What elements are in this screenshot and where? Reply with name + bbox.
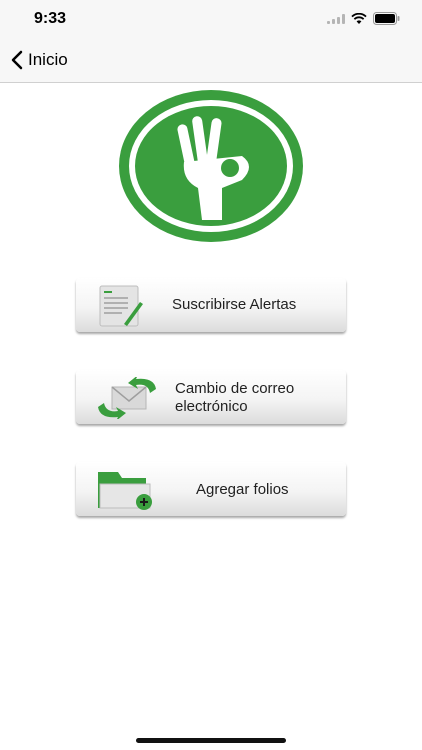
home-indicator xyxy=(136,738,286,743)
add-folios-button[interactable]: Agregar folios xyxy=(76,462,346,516)
battery-icon xyxy=(373,12,400,25)
subscribe-alerts-label: Suscribirse Alertas xyxy=(172,296,297,313)
chevron-left-icon xyxy=(11,50,23,70)
document-pen-icon xyxy=(94,284,144,333)
signal-icon xyxy=(327,13,345,24)
subscribe-alerts-button[interactable]: Suscribirse Alertas xyxy=(76,278,346,332)
status-icons xyxy=(327,12,400,25)
wifi-icon xyxy=(351,12,367,24)
back-button[interactable]: Inicio xyxy=(10,50,68,70)
change-email-button[interactable]: Cambio de correo electrónico xyxy=(76,370,346,424)
navigation-bar: Inicio xyxy=(0,42,422,83)
folder-add-icon xyxy=(96,470,156,515)
ok-hand-logo xyxy=(119,90,303,242)
back-label: Inicio xyxy=(28,50,68,69)
status-time: 9:33 xyxy=(34,10,67,27)
status-bar: 9:33 xyxy=(0,0,422,42)
add-folios-label: Agregar folios xyxy=(196,481,289,498)
email-refresh-icon xyxy=(94,375,160,424)
change-email-label: Cambio de correo electrónico xyxy=(175,380,295,415)
